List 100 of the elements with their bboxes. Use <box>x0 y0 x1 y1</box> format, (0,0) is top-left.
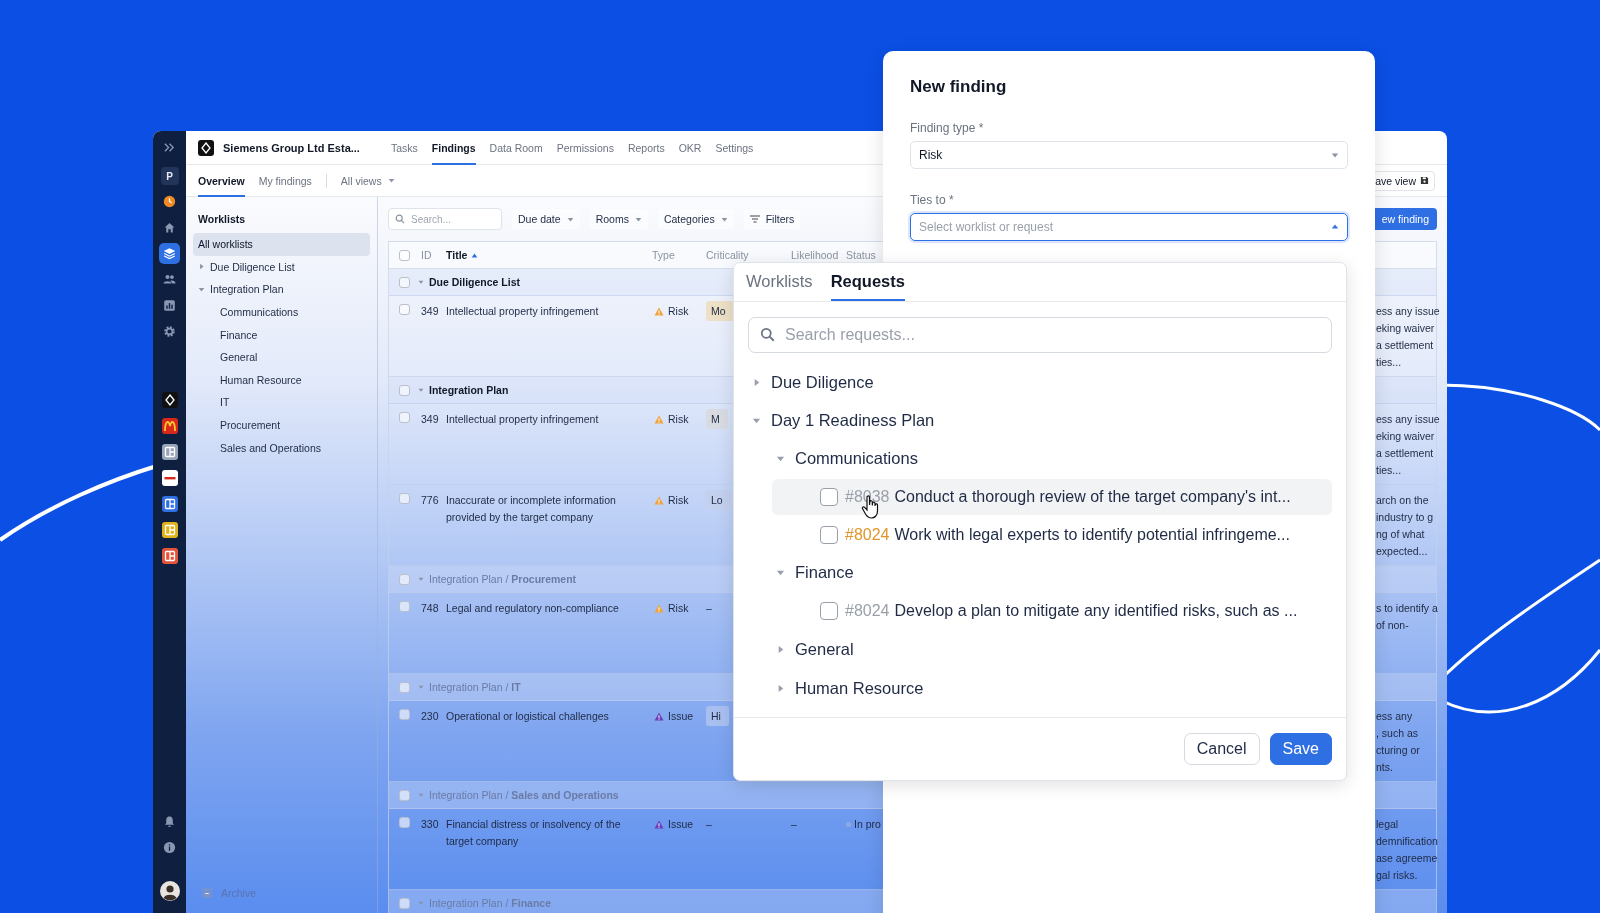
workspace-logo-icon[interactable] <box>161 444 178 460</box>
checkbox[interactable] <box>820 525 838 544</box>
tab[interactable]: Worklists <box>746 263 813 301</box>
caret-icon[interactable] <box>198 286 205 293</box>
filter-dropdown[interactable]: Rooms <box>589 209 648 229</box>
row-highlight[interactable]: #8038 Conduct a thorough review of the target company's int... <box>772 479 1332 516</box>
checkbox[interactable] <box>399 681 410 693</box>
nav-tab[interactable]: Settings <box>715 131 754 165</box>
nav-tab[interactable]: OKR <box>678 131 702 165</box>
nav-tab[interactable]: Data Room <box>489 131 543 165</box>
worklist-item[interactable]: Procurement <box>193 413 370 437</box>
caret-icon <box>720 215 728 223</box>
workspace-avatar[interactable]: P <box>160 167 179 185</box>
tree-item[interactable]: Day 1 Readiness Plan <box>771 411 935 431</box>
workspace-logo-icon[interactable] <box>161 548 178 564</box>
request-title[interactable]: Conduct a thorough review of the target company's int... <box>894 488 1291 507</box>
group-title: Integration Plan / Procurement <box>429 573 577 585</box>
tree-item[interactable]: Human Resource <box>795 678 924 698</box>
caret-icon[interactable] <box>418 684 424 690</box>
worklist-item[interactable]: General <box>193 345 370 369</box>
checkbox[interactable] <box>399 709 410 720</box>
checkbox[interactable] <box>399 817 410 828</box>
nav-tab[interactable]: Permissions <box>556 131 614 165</box>
title-cell[interactable]: Intellectual property infringement <box>446 411 652 428</box>
nav-tab[interactable]: Findings <box>431 131 476 165</box>
title-cell[interactable]: Inaccurate or incomplete information provided by the target company <box>446 492 652 526</box>
workspace-logo-icon[interactable] <box>161 392 178 408</box>
tree-item[interactable]: Due Diligence <box>771 372 874 392</box>
caret-icon[interactable] <box>776 645 785 655</box>
filter-dropdown[interactable]: Categories <box>657 209 734 229</box>
checkbox[interactable] <box>399 249 410 261</box>
search-field[interactable]: Search... <box>388 208 502 230</box>
tree-item[interactable]: General <box>795 640 854 660</box>
warning-icon <box>654 496 664 505</box>
group-title: Integration Plan / IT <box>429 681 521 693</box>
workspace-name[interactable]: Siemens Group Ltd Esta... <box>223 141 360 154</box>
type-label: Risk <box>668 493 689 508</box>
checkbox[interactable] <box>399 573 410 585</box>
id-cell-text: 349 <box>421 304 440 319</box>
worklist-item[interactable]: Communications <box>193 300 370 324</box>
worklist-item[interactable]: Integration Plan <box>193 278 370 301</box>
search-field[interactable]: Search requests... <box>748 317 1332 353</box>
caret-icon[interactable] <box>418 387 424 393</box>
expand-icon[interactable] <box>163 141 176 154</box>
warning-icon <box>654 712 664 721</box>
bell-icon[interactable] <box>163 815 176 828</box>
checkbox[interactable] <box>399 412 410 423</box>
worklist-item[interactable]: Due Diligence List <box>193 255 370 279</box>
worklist-item[interactable]: Sales and Operations <box>193 436 370 459</box>
worklist-item[interactable]: Finance <box>193 323 370 346</box>
select-field[interactable]: Risk <box>910 141 1348 169</box>
checkbox[interactable] <box>399 601 410 612</box>
tab[interactable]: Requests <box>830 263 905 301</box>
type-label: Issue <box>668 817 694 832</box>
cancel-button[interactable]: Cancel <box>1183 733 1260 765</box>
title-cell[interactable]: Legal and regulatory non-compliance <box>446 600 652 617</box>
caret-icon[interactable] <box>776 568 785 578</box>
warning-icon <box>654 604 664 613</box>
save-button[interactable]: Save <box>1269 733 1332 765</box>
workspace-logo-icon[interactable] <box>161 522 178 538</box>
worklist-item[interactable]: All worklists <box>193 233 370 256</box>
caret-icon[interactable] <box>418 792 424 798</box>
workspace-logo-icon[interactable] <box>161 418 178 434</box>
checkbox[interactable] <box>399 276 410 288</box>
checkbox[interactable] <box>820 602 838 621</box>
caret-icon[interactable] <box>752 416 761 426</box>
checkbox[interactable] <box>399 897 410 909</box>
caret-icon[interactable] <box>418 279 424 285</box>
info-icon[interactable] <box>163 841 176 854</box>
layers-icon[interactable] <box>159 243 180 264</box>
worklist-item[interactable]: Human Resource <box>193 368 370 392</box>
workspace-logo-icon[interactable] <box>161 470 178 486</box>
nav-tab[interactable]: Reports <box>627 131 665 165</box>
filter-dropdown[interactable]: Due date <box>512 209 580 229</box>
filters-button[interactable]: Filters <box>743 209 801 229</box>
workspace-logo-icon[interactable] <box>161 496 178 512</box>
checkbox[interactable] <box>399 304 410 315</box>
user-avatar[interactable] <box>159 881 180 901</box>
views-dropdown[interactable]: All views <box>340 174 395 187</box>
request-title[interactable]: Develop a plan to mitigate any identified risks, such as ... <box>894 602 1298 621</box>
caret-icon[interactable] <box>418 576 424 582</box>
title-cell[interactable]: Intellectual property infringement <box>446 303 652 320</box>
column-header[interactable]: Title <box>446 249 652 261</box>
checkbox[interactable] <box>820 488 838 507</box>
title-cell[interactable]: Financial distress or insolvency of the target company <box>446 816 652 850</box>
caret-icon[interactable] <box>752 377 761 387</box>
caret-icon[interactable] <box>198 263 205 271</box>
view-tab[interactable]: My findings <box>258 164 312 197</box>
caret-icon[interactable] <box>418 900 424 906</box>
request-title[interactable]: Work with legal experts to identify potential infringeme... <box>894 525 1290 544</box>
checkbox[interactable] <box>399 789 410 801</box>
tree-item[interactable]: Communications <box>795 449 918 469</box>
tree-item[interactable]: Finance <box>795 563 854 583</box>
caret-icon[interactable] <box>776 683 785 693</box>
checkbox[interactable] <box>399 384 410 396</box>
caret-icon[interactable] <box>776 454 785 464</box>
title-cell[interactable]: Operational or logistical challenges <box>446 708 652 725</box>
checkbox[interactable] <box>399 493 410 504</box>
worklist-item[interactable]: IT <box>193 391 370 414</box>
nav-tab[interactable]: Tasks <box>391 131 418 165</box>
